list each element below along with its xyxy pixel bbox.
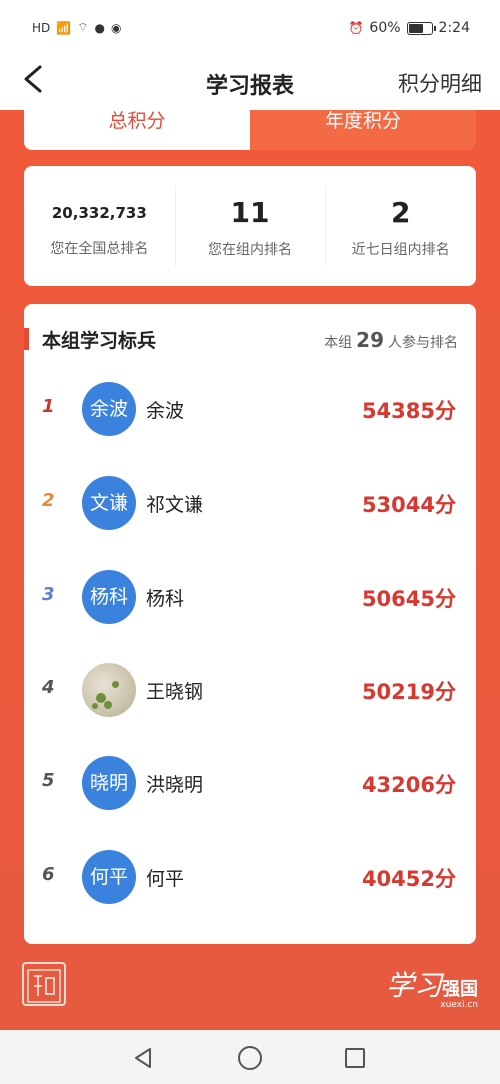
group-rank: 11 您在组内排名 <box>174 166 326 286</box>
brand-text: 学习 <box>385 969 442 1002</box>
brand-text-2: 强国 <box>442 979 478 1000</box>
wifi-icon: ⌔ <box>77 20 89 34</box>
participant-suffix: 人参与排名 <box>388 335 458 351</box>
tabs: 总积分 年度积分 <box>24 110 476 150</box>
tab-annual-points[interactable]: 年度积分 <box>250 110 476 150</box>
system-nav-bar <box>0 1030 500 1084</box>
group-rank-value: 11 <box>230 196 270 229</box>
participant-number: 29 <box>356 328 384 352</box>
rank-number: 5 <box>42 770 55 791</box>
member-name: 洪晓明 <box>146 774 204 796</box>
rank-number: 6 <box>42 864 55 885</box>
list-item[interactable]: 4 王晓钢 50219分 <box>24 661 476 721</box>
member-name: 何平 <box>146 868 185 890</box>
status-right: ⏰ 60% 2:24 <box>348 20 470 36</box>
nav-bar: 学习报表 积分明细 <box>0 56 500 110</box>
rank-number: 1 <box>42 396 55 417</box>
seal-icon <box>27 969 61 1003</box>
participant-count: 本组 29 人参与排名 <box>324 328 458 352</box>
status-bar: HD 📶 ⌔ ● ◉ ⏰ 60% 2:24 <box>0 0 500 56</box>
seal-logo <box>22 962 66 1006</box>
national-rank-label: 您在全国总排名 <box>50 241 149 257</box>
list-item[interactable]: 6 何平 何平 40452分 <box>24 848 476 908</box>
group-rank-label: 您在组内排名 <box>208 242 292 258</box>
rank-number: 4 <box>42 677 55 698</box>
system-recent-button[interactable] <box>345 1048 365 1068</box>
signal-icon: 📶 <box>56 20 72 35</box>
member-score: 50645分 <box>361 587 456 611</box>
leaderboard-header: 本组学习标兵 本组 29 人参与排名 <box>24 324 476 354</box>
national-rank: 20,332,733 您在全国总排名 <box>24 166 175 286</box>
avatar-photo <box>82 663 136 717</box>
xuexi-logo: 学习强国 xuexi.cn <box>386 964 478 1010</box>
member-name: 余波 <box>146 400 185 422</box>
header-accent-bar <box>24 328 29 350</box>
member-score: 40452分 <box>361 867 456 891</box>
avatar: 晓明 <box>82 756 136 810</box>
wechat-icon: ● <box>94 20 105 35</box>
week-rank-label: 近七日组内排名 <box>351 242 450 258</box>
member-score: 50219分 <box>361 680 456 704</box>
leaderboard-card: 本组学习标兵 本组 29 人参与排名 1 余波 余波 54385分 2 文谦 祁… <box>24 304 476 944</box>
participant-prefix: 本组 <box>324 335 353 351</box>
alarm-icon: ⏰ <box>348 21 364 35</box>
avatar: 文谦 <box>82 476 136 530</box>
member-score: 53044分 <box>361 493 456 517</box>
hd-icon: HD <box>32 20 51 35</box>
system-home-button[interactable] <box>238 1046 262 1070</box>
list-item[interactable]: 1 余波 余波 54385分 <box>24 380 476 440</box>
battery-percent: 60% <box>369 20 401 36</box>
leaderboard-title: 本组学习标兵 <box>42 330 157 352</box>
member-name: 祁文谦 <box>146 494 204 516</box>
list-item[interactable]: 3 杨科 杨科 50645分 <box>24 568 476 628</box>
list-item[interactable]: 5 晓明 洪晓明 43206分 <box>24 754 476 814</box>
status-left-icons: HD 📶 ⌔ ● ◉ <box>32 20 121 35</box>
points-detail-link[interactable]: 积分明细 <box>398 68 482 98</box>
avatar: 杨科 <box>82 570 136 624</box>
globe-icon: ◉ <box>110 20 122 35</box>
clock: 2:24 <box>438 20 470 36</box>
battery-icon <box>406 21 436 35</box>
triangle-back-icon <box>135 1048 151 1068</box>
avatar: 余波 <box>82 382 136 436</box>
avatar: 何平 <box>82 850 136 904</box>
week-rank: 2 近七日组内排名 <box>325 166 476 286</box>
national-rank-value: 20,332,733 <box>51 204 147 222</box>
member-name: 王晓钢 <box>146 681 204 703</box>
week-rank-value: 2 <box>390 196 411 229</box>
rank-number: 3 <box>42 584 55 605</box>
member-score: 54385分 <box>361 399 456 423</box>
rank-number: 2 <box>42 490 55 511</box>
ranking-summary-card: 20,332,733 您在全国总排名 11 您在组内排名 2 近七日组内排名 <box>24 166 476 286</box>
list-item[interactable]: 2 文谦 祁文谦 53044分 <box>24 474 476 534</box>
tab-total-points[interactable]: 总积分 <box>24 110 250 150</box>
member-name: 杨科 <box>146 588 185 610</box>
member-score: 43206分 <box>361 773 456 797</box>
system-back-button[interactable] <box>132 1046 156 1070</box>
